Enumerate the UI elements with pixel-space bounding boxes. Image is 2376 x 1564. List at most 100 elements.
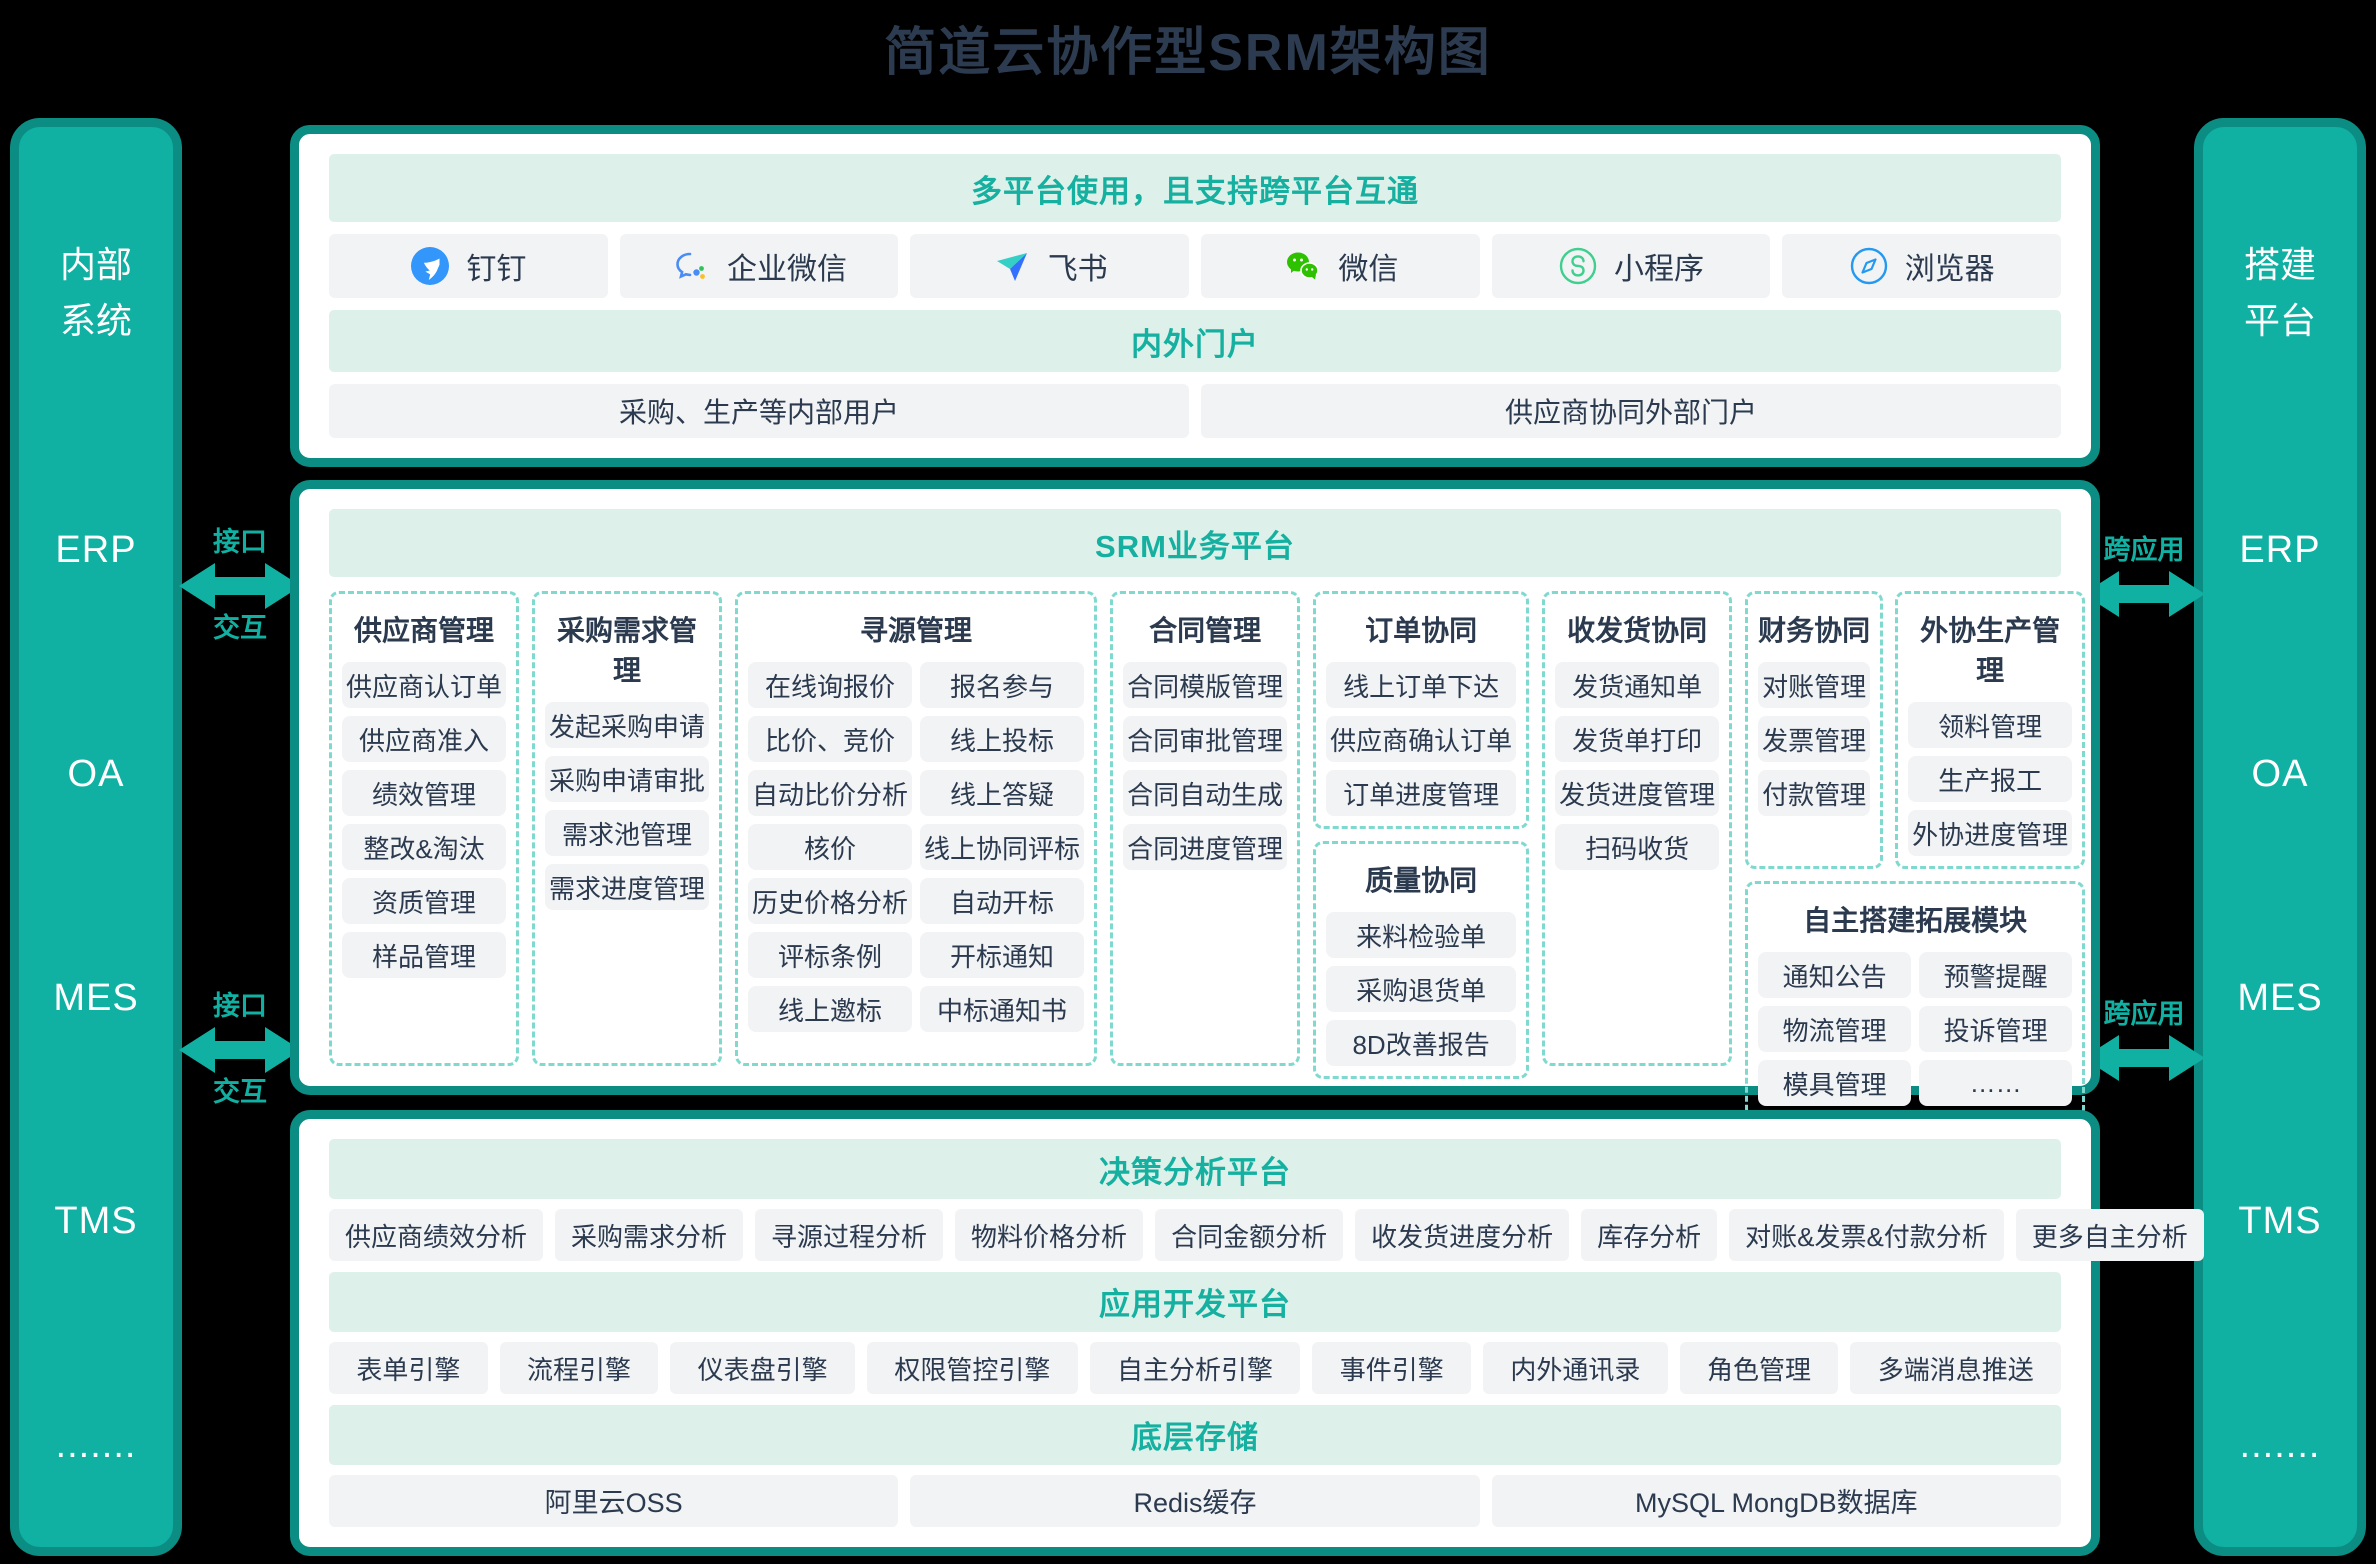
module-chip: 合同进度管理	[1123, 824, 1287, 870]
srm-col-title: 质量协同	[1326, 854, 1516, 904]
module-chip: 发货单打印	[1555, 716, 1719, 762]
module-chip: 线上投标	[920, 716, 1084, 762]
module-chip: 绩效管理	[342, 770, 506, 816]
platform-label: 浏览器	[1905, 244, 1995, 288]
srm-col-title: 合同管理	[1123, 604, 1287, 654]
module-chip: 需求池管理	[545, 810, 709, 856]
right-sidebar-item-tms: TMS	[2238, 1200, 2321, 1243]
srm-col-title: 采购需求管理	[545, 604, 709, 694]
right-sidebar-header-line1: 搭建	[2244, 237, 2316, 293]
srm-col-title: 寻源管理	[748, 604, 1084, 654]
srm-banner: SRM业务平台	[329, 509, 2061, 577]
module-chip: ……	[1919, 1060, 2072, 1106]
left-sidebar-header-line2: 系统	[60, 293, 132, 349]
analysis-chip: 库存分析	[1581, 1209, 1717, 1261]
srm-col-title: 订单协同	[1326, 604, 1516, 654]
engine-chip: 自主分析引擎	[1090, 1342, 1301, 1394]
module-chip: 发起采购申请	[545, 702, 709, 748]
module-chip: 来料检验单	[1326, 912, 1516, 958]
analysis-banner: 决策分析平台	[329, 1139, 2061, 1199]
left-sidebar-item-mes: MES	[53, 977, 138, 1020]
srm-box-quality: 质量协同 来料检验单采购退货单8D改善报告	[1313, 841, 1529, 1079]
analysis-chip: 更多自主分析	[2016, 1209, 2204, 1261]
storage-chip: 阿里云OSS	[329, 1475, 898, 1527]
srm-box-custom: 自主搭建拓展模块 通知公告预警提醒物流管理投诉管理模具管理……	[1745, 881, 2085, 1119]
srm-col-title: 财务协同	[1758, 604, 1870, 654]
right-top-connector-label: 跨应用	[2104, 536, 2185, 566]
module-chip: 生产报工	[1908, 756, 2072, 802]
srm-col-title: 自主搭建拓展模块	[1758, 894, 2072, 944]
miniprogram-icon	[1558, 246, 1598, 286]
module-chip: 合同审批管理	[1123, 716, 1287, 762]
srm-col-list: 对账管理发票管理付款管理	[1758, 662, 1870, 816]
storage-chip: Redis缓存	[910, 1475, 1479, 1527]
left-sidebar-header-line1: 内部	[60, 237, 132, 293]
portal-banner: 内外门户	[329, 310, 2061, 372]
feishu-icon	[992, 246, 1032, 286]
storage-chip: MySQL MongDB数据库	[1492, 1475, 2061, 1527]
platform-chip-feishu: 飞书	[910, 234, 1189, 298]
srm-col-title: 供应商管理	[342, 604, 506, 654]
module-chip: 采购退货单	[1326, 966, 1516, 1012]
engine-chip: 内外通讯录	[1483, 1342, 1668, 1394]
module-chip: 合同自动生成	[1123, 770, 1287, 816]
module-chip: 资质管理	[342, 878, 506, 924]
platform-chip-browser: 浏览器	[1782, 234, 2061, 298]
diagram-canvas: 简道云协作型SRM架构图 内部 系统 ERP OA MES TMS ......…	[0, 0, 2376, 1564]
module-chip: 订单进度管理	[1326, 770, 1516, 816]
platform-panel: 多平台使用，且支持跨平台互通 钉钉 企业微信	[290, 125, 2100, 467]
module-chip: 付款管理	[1758, 770, 1870, 816]
dev-banner: 应用开发平台	[329, 1272, 2061, 1332]
module-chip: 合同模版管理	[1123, 662, 1287, 708]
module-chip: 模具管理	[1758, 1060, 1911, 1106]
module-chip: 样品管理	[342, 932, 506, 978]
srm-col-title: 外协生产管理	[1908, 604, 2072, 694]
left-sidebar-item-erp: ERP	[55, 529, 136, 572]
storage-row: 阿里云OSSRedis缓存MySQL MongDB数据库	[329, 1475, 2061, 1527]
module-chip: 通知公告	[1758, 952, 1911, 998]
analysis-chip: 物料价格分析	[955, 1209, 1143, 1261]
left-sidebar-item-oa: OA	[68, 753, 125, 796]
module-chip: 比价、竞价	[748, 716, 912, 762]
engine-chip: 权限管控引擎	[867, 1342, 1078, 1394]
browser-icon	[1849, 246, 1889, 286]
portal-chip-external: 供应商协同外部门户	[1201, 384, 2061, 438]
left-top-connector-label-top: 接口	[213, 528, 267, 558]
srm-col-grid: 在线询报价报名参与比价、竞价线上投标自动比价分析线上答疑核价线上协同评标历史价格…	[748, 662, 1084, 1032]
srm-col-list: 线上订单下达供应商确认订单订单进度管理	[1326, 662, 1516, 816]
storage-banner: 底层存储	[329, 1405, 2061, 1465]
platform-label: 微信	[1338, 244, 1398, 288]
module-chip: 在线询报价	[748, 662, 912, 708]
page-title: 简道云协作型SRM架构图	[0, 10, 2376, 85]
engine-chip: 角色管理	[1680, 1342, 1839, 1394]
foundation-panel: 决策分析平台 供应商绩效分析采购需求分析寻源过程分析物料价格分析合同金额分析收发…	[290, 1110, 2100, 1556]
module-chip: 外协进度管理	[1908, 810, 2072, 856]
platform-row: 钉钉 企业微信 飞书	[329, 234, 2061, 298]
module-chip: 核价	[748, 824, 912, 870]
left-sidebar-item-tms: TMS	[54, 1200, 137, 1243]
analysis-chip: 寻源过程分析	[755, 1209, 943, 1261]
double-arrow-icon	[179, 560, 301, 612]
analysis-chip: 合同金额分析	[1155, 1209, 1343, 1261]
module-chip: 评标条例	[748, 932, 912, 978]
platform-banner: 多平台使用，且支持跨平台互通	[329, 154, 2061, 222]
analysis-chip: 采购需求分析	[555, 1209, 743, 1261]
srm-col-grid: 通知公告预警提醒物流管理投诉管理模具管理……	[1758, 952, 2072, 1106]
srm-col-list: 发起采购申请采购申请审批需求池管理需求进度管理	[545, 702, 709, 910]
module-chip: 供应商确认订单	[1326, 716, 1516, 762]
module-chip: 供应商认订单	[342, 662, 506, 708]
left-sidebar-item-more: .......	[56, 1424, 137, 1467]
srm-col-list: 领料管理生产报工外协进度管理	[1908, 702, 2072, 856]
platform-chip-dingtalk: 钉钉	[329, 234, 608, 298]
platform-chip-wecom: 企业微信	[620, 234, 899, 298]
module-chip: 物流管理	[1758, 1006, 1911, 1052]
srm-col-supplier: 供应商管理 供应商认订单供应商准入绩效管理整改&淘汰资质管理样品管理	[329, 591, 519, 1066]
module-chip: 领料管理	[1908, 702, 2072, 748]
right-sidebar-item-more: .......	[2240, 1424, 2321, 1467]
wecom-icon	[671, 246, 711, 286]
srm-col-title: 收发货协同	[1555, 604, 1719, 654]
right-sidebar-item-mes: MES	[2237, 977, 2322, 1020]
module-chip: 中标通知书	[920, 986, 1084, 1032]
module-chip: 对账管理	[1758, 662, 1870, 708]
srm-col-order-quality: 订单协同 线上订单下达供应商确认订单订单进度管理 质量协同 来料检验单采购退货单…	[1313, 591, 1529, 1066]
